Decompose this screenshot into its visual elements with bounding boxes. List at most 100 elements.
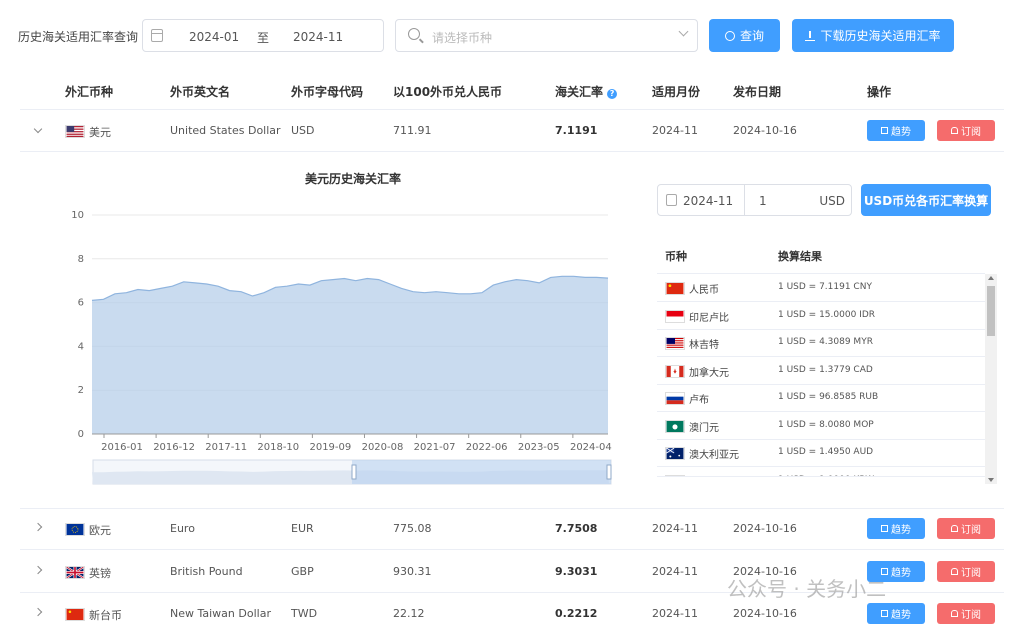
date-cell: 2024-10-16 — [733, 124, 797, 137]
header-actions: 操作 — [867, 85, 892, 99]
date-end[interactable]: 2024-11 — [293, 30, 343, 44]
month-cell: 2024-11 — [652, 522, 698, 535]
x-tick-label: 2021-07 — [414, 442, 456, 453]
x-tick-label: 2017-11 — [205, 442, 247, 453]
subscribe-button[interactable]: 订阅 — [937, 518, 995, 539]
search-icon — [408, 28, 420, 40]
collapse-row-toggle[interactable] — [33, 124, 43, 134]
rate-cell: 7.7508 — [555, 522, 598, 535]
english-name-cell: British Pound — [170, 565, 243, 578]
header-english-name: 外币英文名 — [170, 85, 231, 99]
ru-flag-icon — [665, 392, 685, 405]
bell-icon — [951, 127, 958, 134]
zoom-handle[interactable] — [351, 464, 357, 480]
conversion-row: 韩国元 1 USD = 1.0000 KRW — [657, 467, 985, 477]
conversion-result: 1 USD = 7.1191 CNY — [778, 282, 872, 292]
currency-select[interactable]: 请选择币种 — [395, 19, 698, 52]
header-publish-date: 发布日期 — [733, 85, 782, 99]
date-start[interactable]: 2024-01 — [189, 30, 239, 44]
conversion-row: 澳门元 1 USD = 8.0080 MOP — [657, 412, 985, 440]
header-per100: 以100外币兑人民币 — [393, 85, 503, 99]
conversion-result: 1 USD = 1.0000 KRW — [778, 475, 874, 476]
table-header: 外汇币种 外币英文名 外币字母代码 以100外币兑人民币 海关汇率? 适用月份 … — [20, 70, 1004, 110]
conversion-table: 币种 换算结果 人民币 1 USD = 7.1191 CNY 印尼卢比 1 USD =… — [657, 232, 997, 486]
conversion-result: 1 USD = 15.0000 IDR — [778, 309, 875, 320]
per100-cell: 711.91 — [393, 124, 432, 137]
per100-cell: 22.12 — [393, 607, 425, 620]
date-separator: 至 — [257, 31, 270, 45]
trend-button[interactable]: 趋势 — [867, 603, 925, 624]
currency-cell: 美元 — [65, 124, 111, 140]
conversion-row: 林吉特 1 USD = 4.3089 MYR — [657, 329, 985, 357]
conversion-currency: 印尼卢比 — [665, 309, 729, 324]
subscribe-button[interactable]: 订阅 — [937, 561, 995, 582]
area-series — [92, 276, 608, 434]
table-row: 欧元 Euro EUR 775.08 7.7508 2024-11 2024-10-16 趋势… — [20, 508, 1004, 550]
expand-row-toggle[interactable] — [33, 607, 43, 617]
query-button[interactable]: 查询 — [709, 19, 780, 52]
conversion-row: 加拿大元 1 USD = 1.3779 CAD — [657, 357, 985, 385]
scroll-down-arrow-icon[interactable] — [988, 478, 994, 482]
y-tick-label: 6 — [78, 298, 84, 309]
cn-flag-icon — [665, 282, 685, 295]
rate-cell: 9.3031 — [555, 565, 598, 578]
rate-cell: 0.2212 — [555, 607, 598, 620]
header-customs-rate: 海关汇率? — [555, 83, 618, 100]
x-tick-label: 2016-01 — [101, 442, 143, 453]
conversion-scrollbar[interactable] — [985, 274, 997, 484]
converter-month-picker[interactable]: 2024-11 — [657, 184, 745, 216]
help-icon[interactable]: ? — [607, 89, 618, 99]
conversion-currency: 加拿大元 — [665, 364, 729, 379]
currency-cell: 英镑 — [65, 565, 111, 581]
scroll-up-arrow-icon[interactable] — [988, 276, 994, 280]
code-cell: GBP — [291, 565, 314, 578]
date-range-picker[interactable]: 2024-01 至 2024-11 — [142, 19, 384, 52]
month-cell: 2024-11 — [652, 565, 698, 578]
x-tick-label: 2016-12 — [153, 442, 195, 453]
x-tick-label: 2020-08 — [362, 442, 404, 453]
chart-icon — [881, 127, 888, 134]
calendar-icon — [151, 29, 163, 42]
us-flag-icon — [65, 125, 85, 138]
code-cell: TWD — [291, 607, 318, 620]
download-icon — [805, 30, 816, 41]
expand-row-toggle[interactable] — [33, 565, 43, 575]
y-tick-label: 8 — [78, 254, 84, 265]
date-cell: 2024-10-16 — [733, 607, 797, 620]
conversion-row: 印尼卢比 1 USD = 15.0000 IDR — [657, 302, 985, 330]
au-flag-icon — [665, 447, 685, 460]
conversion-result: 1 USD = 8.0080 MOP — [778, 419, 874, 430]
code-cell: USD — [291, 124, 315, 137]
code-cell: EUR — [291, 522, 314, 535]
conversion-currency: 澳大利亚元 — [665, 446, 739, 461]
zoom-handle[interactable] — [606, 464, 612, 480]
download-history-button[interactable]: 下载历史海关适用汇率 — [792, 19, 954, 52]
trend-button[interactable]: 趋势 — [867, 120, 925, 141]
x-tick-label: 2023-05 — [518, 442, 560, 453]
download-label: 下载历史海关适用汇率 — [820, 29, 941, 43]
scroll-thumb[interactable] — [987, 286, 995, 336]
conversion-result: 1 USD = 4.3089 MYR — [778, 337, 873, 347]
month-cell: 2024-11 — [652, 124, 698, 137]
converter-amount-input[interactable]: 1 USD — [744, 184, 852, 216]
expand-row-toggle[interactable] — [33, 522, 43, 532]
x-tick-label: 2019-09 — [309, 442, 351, 453]
bell-icon — [951, 525, 958, 532]
trend-button[interactable]: 趋势 — [867, 518, 925, 539]
currency-cell: 新台币 — [65, 607, 122, 623]
conversion-result: 1 USD = 96.8585 RUB — [778, 392, 879, 402]
table-row: 美元 United States Dollar USD 711.91 7.119… — [20, 110, 1004, 152]
zoom-selection[interactable] — [352, 460, 611, 484]
expanded-row-detail: 美元历史海关汇率 0 2 4 6 8 10 2016-01 2016-12 2017-11 201… — [20, 152, 1004, 509]
conversion-currency: 林吉特 — [665, 336, 719, 351]
rate-history-chart: 0 2 4 6 8 10 2016-01 2016-12 2017-11 2018-10 2019-… — [71, 210, 612, 485]
subscribe-button[interactable]: 订阅 — [937, 120, 995, 141]
ca-flag-icon — [665, 364, 685, 378]
subscribe-button[interactable]: 订阅 — [937, 603, 995, 624]
chevron-down-icon — [678, 26, 689, 37]
query-label: 查询 — [739, 29, 764, 43]
kr-flag-icon — [665, 474, 685, 476]
english-name-cell: Euro — [170, 522, 195, 535]
convert-button[interactable]: USD币兑各币汇率换算 — [861, 184, 991, 216]
bell-icon — [951, 568, 958, 575]
